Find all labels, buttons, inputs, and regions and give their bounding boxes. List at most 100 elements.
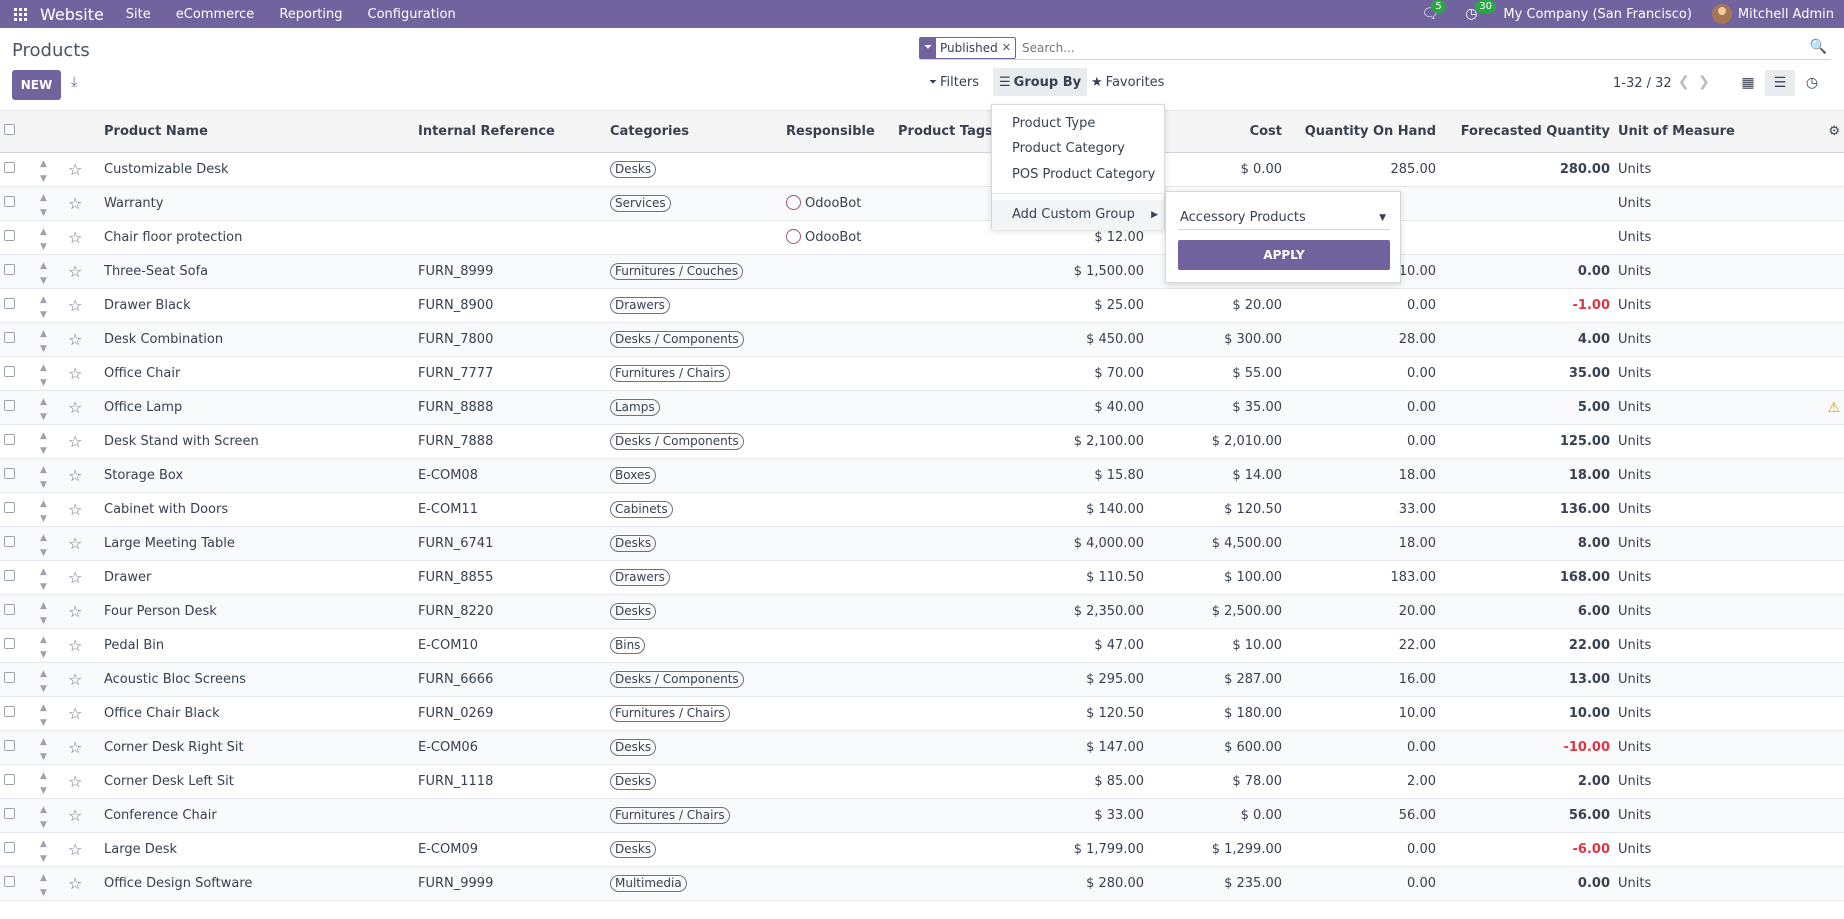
sales-price-cell[interactable]: $ 33.00 xyxy=(1002,798,1148,833)
col-product-name[interactable]: Product Name xyxy=(100,110,414,153)
sales-price-cell[interactable]: $ 85.00 xyxy=(1002,764,1148,799)
row-select-cell[interactable] xyxy=(0,526,36,561)
add-custom-group-item[interactable]: Add Custom Group ▶ xyxy=(992,200,1164,230)
product-name-cell[interactable]: Office Design Software xyxy=(100,866,414,901)
sales-price-cell[interactable]: $ 147.00 xyxy=(1002,730,1148,765)
quantity-on-hand-cell[interactable]: 16.00 xyxy=(1286,662,1440,697)
unit-of-measure-cell[interactable]: Units xyxy=(1614,288,1780,323)
groupby-button[interactable]: ☰ Group By xyxy=(993,68,1088,96)
internal-reference-cell[interactable]: E-COM10 xyxy=(414,628,606,663)
product-name-cell[interactable]: Warranty xyxy=(100,186,414,221)
responsible-cell[interactable] xyxy=(782,832,894,867)
responsible-cell[interactable] xyxy=(782,254,894,289)
responsible-cell[interactable] xyxy=(782,628,894,663)
category-cell[interactable]: Desks / Components xyxy=(606,322,782,357)
col-internal-reference[interactable]: Internal Reference xyxy=(414,110,606,153)
product-name-cell[interactable]: Four Person Desk xyxy=(100,594,414,629)
unit-of-measure-cell[interactable]: Units xyxy=(1614,322,1780,357)
menu-ecommerce[interactable]: eCommerce xyxy=(176,7,255,22)
table-row[interactable]: ▲ ▼ ☆ Office Design Software FURN_9999 Multim… xyxy=(0,866,1844,901)
row-checkbox[interactable] xyxy=(4,740,15,751)
table-row[interactable]: ▲ ▼ ☆ Warranty Services OdooBot Units xyxy=(0,186,1844,221)
forecasted-quantity-cell[interactable] xyxy=(1440,186,1614,221)
row-select-cell[interactable] xyxy=(0,390,36,425)
drag-handle-icon[interactable]: ▲ ▼ xyxy=(36,356,64,391)
quantity-on-hand-cell[interactable]: 0.00 xyxy=(1286,832,1440,867)
internal-reference-cell[interactable]: FURN_8999 xyxy=(414,254,606,289)
cost-cell[interactable]: $ 235.00 xyxy=(1148,866,1286,901)
forecasted-quantity-cell[interactable]: 280.00 xyxy=(1440,152,1614,187)
table-row[interactable]: ▲ ▼ ☆ Office Chair FURN_7777 Furnitures / Cha… xyxy=(0,356,1844,391)
favorite-star-icon[interactable]: ☆ xyxy=(64,832,100,867)
row-select-cell[interactable] xyxy=(0,798,36,833)
drag-handle-icon[interactable]: ▲ ▼ xyxy=(36,322,64,357)
select-all-cell[interactable] xyxy=(0,110,36,153)
row-select-cell[interactable] xyxy=(0,492,36,527)
drag-handle-icon[interactable]: ▲ ▼ xyxy=(36,730,64,765)
unit-of-measure-cell[interactable]: Units xyxy=(1614,526,1780,561)
sales-price-cell[interactable]: $ 2,350.00 xyxy=(1002,594,1148,629)
responsible-cell[interactable] xyxy=(782,152,894,187)
row-select-cell[interactable] xyxy=(0,560,36,595)
table-row[interactable]: ▲ ▼ ☆ Three-Seat Sofa FURN_8999 Furnitures / … xyxy=(0,254,1844,289)
forecasted-quantity-cell[interactable]: 13.00 xyxy=(1440,662,1614,697)
product-tags-cell[interactable] xyxy=(894,424,1002,459)
product-tags-cell[interactable] xyxy=(894,458,1002,493)
drag-handle-icon[interactable]: ▲ ▼ xyxy=(36,628,64,663)
responsible-cell[interactable] xyxy=(782,560,894,595)
table-row[interactable]: ▲ ▼ ☆ Four Person Desk FURN_8220 Desks $ 2,350… xyxy=(0,594,1844,629)
row-checkbox[interactable] xyxy=(4,638,15,649)
category-cell[interactable]: Desks xyxy=(606,526,782,561)
row-checkbox[interactable] xyxy=(4,876,15,887)
product-name-cell[interactable]: Cabinet with Doors xyxy=(100,492,414,527)
internal-reference-cell[interactable]: FURN_1118 xyxy=(414,764,606,799)
activity-clock-icon[interactable]: ◷ 30 xyxy=(1465,0,1496,22)
row-checkbox[interactable] xyxy=(4,570,15,581)
category-cell[interactable]: Lamps xyxy=(606,390,782,425)
row-checkbox[interactable] xyxy=(4,808,15,819)
drag-handle-icon[interactable]: ▲ ▼ xyxy=(36,526,64,561)
cost-cell[interactable]: $ 14.00 xyxy=(1148,458,1286,493)
search-input[interactable] xyxy=(1022,40,1802,55)
cost-cell[interactable]: $ 0.00 xyxy=(1148,152,1286,187)
list-view-icon[interactable]: ☰ xyxy=(1765,70,1795,96)
product-name-cell[interactable]: Desk Combination xyxy=(100,322,414,357)
quantity-on-hand-cell[interactable]: 18.00 xyxy=(1286,526,1440,561)
product-tags-cell[interactable] xyxy=(894,560,1002,595)
sales-price-cell[interactable]: $ 4,000.00 xyxy=(1002,526,1148,561)
drag-handle-icon[interactable]: ▲ ▼ xyxy=(36,458,64,493)
cost-cell[interactable]: $ 2,010.00 xyxy=(1148,424,1286,459)
responsible-cell[interactable] xyxy=(782,526,894,561)
row-checkbox[interactable] xyxy=(4,162,15,173)
internal-reference-cell[interactable] xyxy=(414,152,606,187)
product-tags-cell[interactable] xyxy=(894,526,1002,561)
quantity-on-hand-cell[interactable]: 0.00 xyxy=(1286,866,1440,901)
table-row[interactable]: ▲ ▼ ☆ Cabinet with Doors E-COM11 Cabinets $ 14… xyxy=(0,492,1844,527)
row-select-cell[interactable] xyxy=(0,288,36,323)
row-checkbox[interactable] xyxy=(4,196,15,207)
drag-handle-icon[interactable]: ▲ ▼ xyxy=(36,254,64,289)
row-select-cell[interactable] xyxy=(0,662,36,697)
row-select-cell[interactable] xyxy=(0,424,36,459)
row-select-cell[interactable] xyxy=(0,594,36,629)
product-tags-cell[interactable] xyxy=(894,798,1002,833)
col-unit-of-measure[interactable]: Unit of Measure xyxy=(1614,110,1780,153)
internal-reference-cell[interactable]: E-COM09 xyxy=(414,832,606,867)
product-tags-cell[interactable] xyxy=(894,662,1002,697)
favorite-star-icon[interactable]: ☆ xyxy=(64,628,100,663)
internal-reference-cell[interactable]: E-COM11 xyxy=(414,492,606,527)
internal-reference-cell[interactable]: FURN_7800 xyxy=(414,322,606,357)
internal-reference-cell[interactable]: FURN_8900 xyxy=(414,288,606,323)
menu-site[interactable]: Site xyxy=(126,7,151,22)
unit-of-measure-cell[interactable]: Units xyxy=(1614,866,1780,901)
product-name-cell[interactable]: Drawer Black xyxy=(100,288,414,323)
internal-reference-cell[interactable]: FURN_7777 xyxy=(414,356,606,391)
responsible-cell[interactable] xyxy=(782,356,894,391)
groupby-option-pos-category[interactable]: POS Product Category xyxy=(992,166,1164,184)
row-checkbox[interactable] xyxy=(4,230,15,241)
product-name-cell[interactable]: Pedal Bin xyxy=(100,628,414,663)
activity-view-icon[interactable]: ◷ xyxy=(1797,70,1827,96)
internal-reference-cell[interactable]: FURN_9999 xyxy=(414,866,606,901)
sales-price-cell[interactable]: $ 450.00 xyxy=(1002,322,1148,357)
select-all-checkbox[interactable] xyxy=(4,124,15,135)
